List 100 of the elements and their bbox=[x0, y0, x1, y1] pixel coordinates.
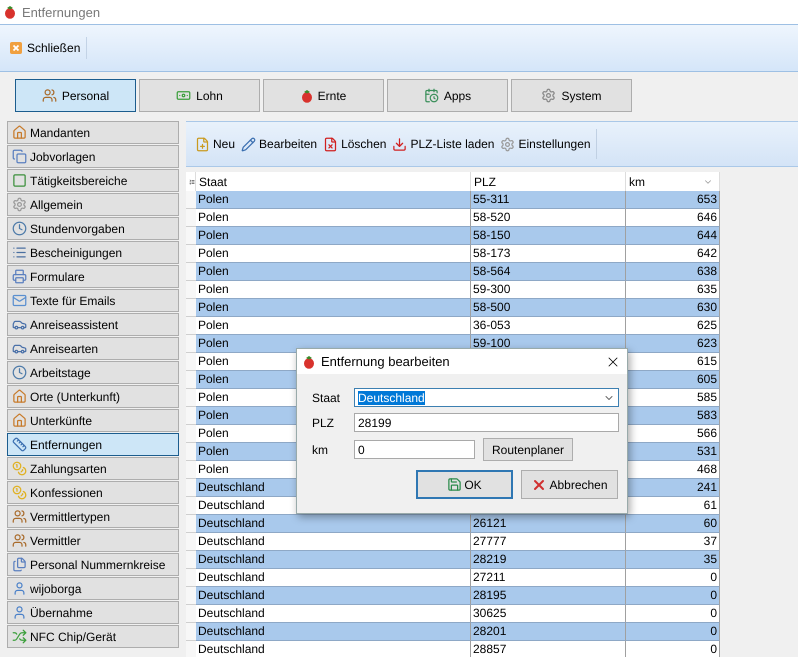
users-icon bbox=[42, 88, 57, 103]
sidebar-item[interactable]: Tätigkeitsbereiche bbox=[7, 169, 179, 192]
row-header[interactable] bbox=[186, 497, 196, 515]
table-cell: Deutschland bbox=[196, 587, 471, 605]
sidebar-item[interactable]: Zahlungsarten bbox=[7, 457, 179, 480]
sidebar-item[interactable]: Formulare bbox=[7, 265, 179, 288]
house-icon bbox=[12, 389, 27, 404]
sidebar-item[interactable]: Entfernungen bbox=[7, 433, 179, 456]
sidebar-item[interactable]: Allgemein bbox=[7, 193, 179, 216]
banknote-icon bbox=[176, 88, 192, 103]
table-cell: 59-300 bbox=[471, 281, 626, 299]
table-cell: 28219 bbox=[471, 551, 626, 569]
table-cell: Polen bbox=[196, 299, 471, 317]
row-header[interactable] bbox=[186, 407, 196, 425]
row-header[interactable] bbox=[186, 317, 196, 335]
table-cell: 58-520 bbox=[471, 209, 626, 227]
row-header[interactable] bbox=[186, 533, 196, 551]
sidebar-item[interactable]: NFC Chip/Gerät bbox=[7, 625, 179, 648]
toolbar-button[interactable]: Einstellungen bbox=[497, 134, 594, 154]
cancel-button[interactable]: Abbrechen bbox=[521, 470, 618, 499]
download-icon bbox=[392, 136, 408, 152]
module-tab[interactable]: Lohn bbox=[139, 79, 260, 112]
row-header[interactable] bbox=[186, 209, 196, 227]
table-cell: 531 bbox=[626, 443, 720, 461]
toolbar-button[interactable]: Neu bbox=[192, 134, 238, 154]
table-cell: 35 bbox=[626, 551, 720, 569]
envelope-icon bbox=[12, 293, 27, 308]
row-header[interactable] bbox=[186, 515, 196, 533]
table-cell: 241 bbox=[626, 479, 720, 497]
module-tab[interactable]: Apps bbox=[387, 79, 508, 112]
table-cell: 583 bbox=[626, 407, 720, 425]
sidebar-item[interactable]: Vermittler bbox=[7, 529, 179, 552]
row-header[interactable] bbox=[186, 425, 196, 443]
toolbar-button[interactable]: PLZ-Liste laden bbox=[389, 134, 498, 154]
row-header[interactable] bbox=[186, 227, 196, 245]
table-cell: 605 bbox=[626, 371, 720, 389]
row-header[interactable] bbox=[186, 335, 196, 353]
sidebar-item[interactable]: Mandanten bbox=[7, 121, 179, 144]
arrows-icon bbox=[12, 629, 27, 644]
sidebar-item[interactable]: Anreiseassistent bbox=[7, 313, 179, 336]
gear-icon bbox=[500, 136, 516, 152]
row-header[interactable] bbox=[186, 623, 196, 641]
sidebar-item[interactable]: Unterkünfte bbox=[7, 409, 179, 432]
table-cell: Polen bbox=[196, 281, 471, 299]
table-cell: 58-173 bbox=[471, 245, 626, 263]
field-label: Staat bbox=[312, 390, 342, 404]
row-header[interactable] bbox=[186, 371, 196, 389]
sidebar-item[interactable]: Übernahme bbox=[7, 601, 179, 624]
row-header[interactable] bbox=[186, 245, 196, 263]
route-planner-button[interactable]: Routenplaner bbox=[483, 438, 574, 461]
delete-file-icon bbox=[323, 136, 338, 152]
row-header[interactable] bbox=[186, 191, 196, 209]
module-tab[interactable]: Personal bbox=[15, 79, 136, 112]
table-cell: Deutschland bbox=[196, 623, 471, 641]
sidebar-item[interactable]: wijoborga bbox=[7, 577, 179, 600]
row-header[interactable] bbox=[186, 353, 196, 371]
table-cell: 635 bbox=[626, 281, 720, 299]
row-header[interactable] bbox=[186, 551, 196, 569]
table-cell: 0 bbox=[626, 605, 720, 623]
field-label: km bbox=[312, 442, 329, 456]
row-header[interactable] bbox=[186, 443, 196, 461]
row-header[interactable] bbox=[186, 587, 196, 605]
table-cell: Deutschland bbox=[196, 515, 471, 533]
row-header[interactable] bbox=[186, 641, 196, 657]
module-tab[interactable]: Ernte bbox=[263, 79, 384, 112]
strawberry-icon bbox=[303, 354, 315, 368]
table-cell: 30625 bbox=[471, 605, 626, 623]
country-dropdown[interactable]: Deutschland bbox=[354, 388, 619, 407]
table-cell: 61 bbox=[626, 497, 720, 515]
sidebar-item[interactable]: Konfessionen bbox=[7, 481, 179, 504]
sidebar-item[interactable]: Vermittlertypen bbox=[7, 505, 179, 528]
new-file-icon bbox=[195, 136, 210, 152]
table-cell: Polen bbox=[196, 263, 471, 281]
row-header[interactable] bbox=[186, 299, 196, 317]
input-field[interactable]: 28199 bbox=[354, 413, 619, 432]
sidebar-item[interactable]: Personal Nummernkreise bbox=[7, 553, 179, 576]
module-tab[interactable]: System bbox=[511, 79, 632, 112]
row-header[interactable] bbox=[186, 389, 196, 407]
sidebar-item[interactable]: Arbeitstage bbox=[7, 361, 179, 384]
row-header[interactable] bbox=[186, 281, 196, 299]
sidebar-item[interactable]: Bescheinigungen bbox=[7, 241, 179, 264]
sidebar-item[interactable]: Stundenvorgaben bbox=[7, 217, 179, 240]
row-header[interactable] bbox=[186, 605, 196, 623]
sidebar-item[interactable]: Jobvorlagen bbox=[7, 145, 179, 168]
input-field[interactable]: 0 bbox=[354, 440, 475, 459]
sidebar-item[interactable]: Anreisearten bbox=[7, 337, 179, 360]
table-cell: 36-053 bbox=[471, 317, 626, 335]
table-cell: 638 bbox=[626, 263, 720, 281]
row-header[interactable] bbox=[186, 569, 196, 587]
sidebar-item[interactable]: Texte für Emails bbox=[7, 289, 179, 312]
ok-button[interactable]: OK bbox=[416, 470, 513, 499]
toolbar-button[interactable]: Löschen bbox=[320, 134, 390, 154]
row-header[interactable] bbox=[186, 479, 196, 497]
row-header[interactable] bbox=[186, 263, 196, 281]
toolbar-button[interactable]: Bearbeiten bbox=[238, 134, 320, 154]
table-cell: Polen bbox=[196, 317, 471, 335]
sidebar-item[interactable]: Orte (Unterkunft) bbox=[7, 385, 179, 408]
user-icon bbox=[12, 605, 27, 620]
row-header[interactable] bbox=[186, 461, 196, 479]
close-button[interactable]: Schließen bbox=[8, 37, 88, 59]
